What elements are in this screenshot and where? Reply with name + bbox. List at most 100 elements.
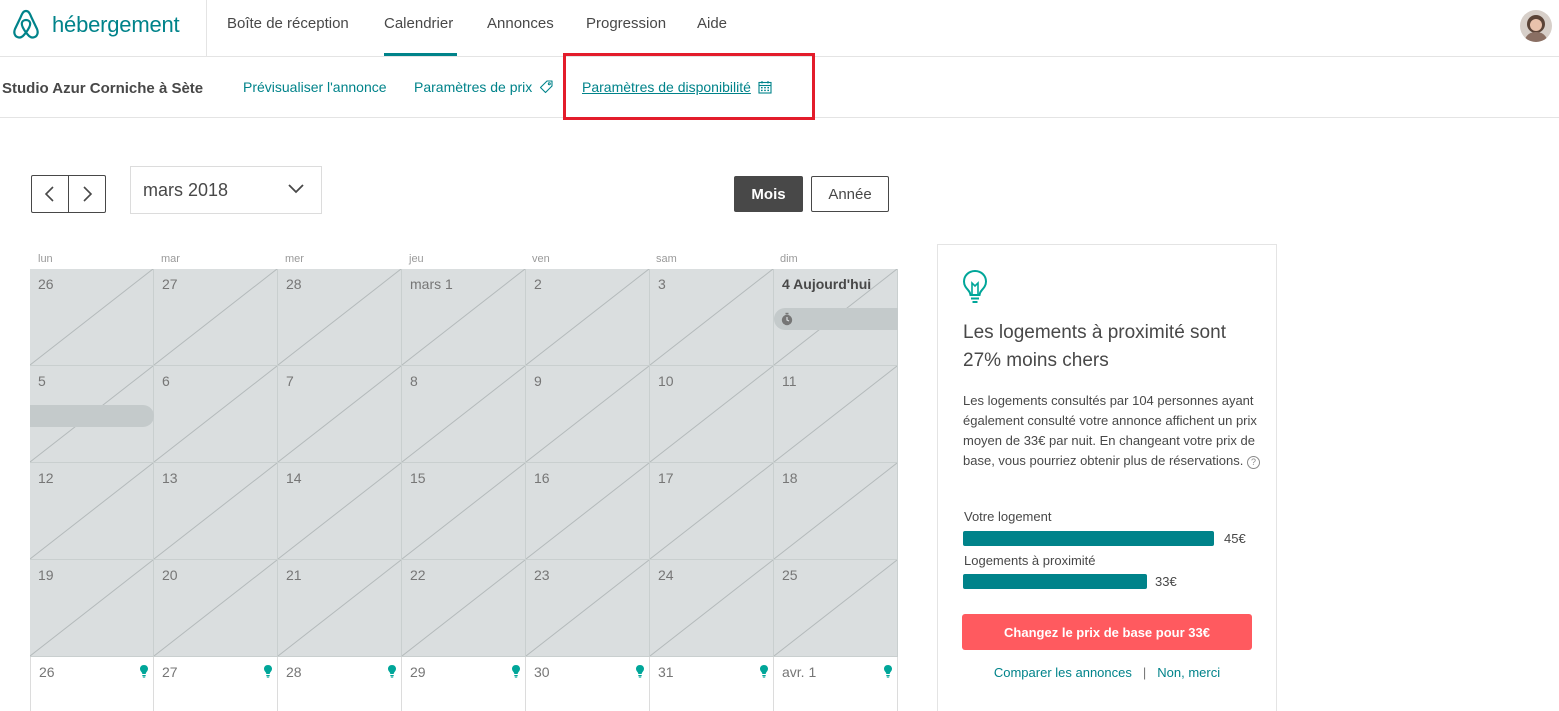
day-number: 16 [534,470,550,486]
calendar-day-cell[interactable]: 18 [774,463,898,560]
price-tip-lightbulb-icon[interactable] [759,664,769,678]
previous-month-button[interactable] [32,176,69,212]
airbnb-logo-icon [13,9,39,39]
day-number: 12 [38,470,54,486]
day-number: 26 [39,664,55,680]
nav-help[interactable]: Aide [697,0,727,56]
nav-inbox[interactable]: Boîte de réception [227,0,349,56]
day-number: 23 [534,567,550,583]
help-icon[interactable]: ? [1247,456,1261,469]
month-navigation [31,175,106,213]
day-number: 25 [782,567,798,583]
weekday-header: lun mar mer jeu ven sam dim [30,253,898,269]
calendar-day-cell[interactable]: 8 [402,366,526,463]
price-settings-label: Paramètres de prix [414,79,533,95]
compare-listings-link[interactable]: Comparer les annonces [994,665,1132,680]
month-view-button[interactable]: Mois [734,176,803,212]
calendar-day-cell[interactable]: 25 [774,560,898,657]
calendar-day-cell[interactable]: 19 [30,560,154,657]
your-listing-price: 45€ [1224,531,1246,546]
calendar-day-cell[interactable]: 28 [278,269,402,366]
day-number: 10 [658,373,674,389]
weekday-label: sam [656,253,677,265]
calendar-day-cell[interactable]: mars 1 [402,269,526,366]
panel-description: Les logements consultés par 104 personne… [963,391,1263,471]
calendar-day-cell[interactable]: 26 [30,657,154,711]
calendar-day-cell[interactable]: 17 [650,463,774,560]
day-number: 30 [534,664,550,680]
calendar-day-cell[interactable]: 27 [154,269,278,366]
brand-logo[interactable]: hébergement [12,8,180,42]
calendar-day-cell[interactable]: 2 [526,269,650,366]
preview-listing-link[interactable]: Prévisualiser l'annonce [243,79,387,95]
day-number: 18 [782,470,798,486]
calendar-day-cell[interactable]: 30 [526,657,650,711]
price-tip-lightbulb-icon[interactable] [139,664,149,678]
year-view-button[interactable]: Année [811,176,889,212]
weekday-label: ven [532,253,550,265]
calendar-day-cell[interactable]: 14 [278,463,402,560]
day-number: mars 1 [410,276,453,292]
price-settings-link[interactable]: Paramètres de prix [414,79,553,95]
day-number: 19 [38,567,54,583]
next-month-button[interactable] [69,176,106,212]
calendar-day-cell[interactable]: 28 [278,657,402,711]
month-select[interactable]: mars 2018 [130,166,322,214]
calendar-day-cell[interactable]: avr. 1 [774,657,898,711]
calendar-day-cell[interactable]: 11 [774,366,898,463]
calendar-day-cell[interactable]: 31 [650,657,774,711]
calendar-day-cell[interactable]: 10 [650,366,774,463]
calendar-day-cell[interactable]: 6 [154,366,278,463]
nav-listings[interactable]: Annonces [487,0,554,56]
day-number: 7 [286,373,294,389]
calendar-day-cell[interactable]: 24 [650,560,774,657]
weekday-label: jeu [409,253,424,265]
calendar-day-cell[interactable]: 15 [402,463,526,560]
nearby-listings-price: 33€ [1155,574,1177,589]
nav-progress[interactable]: Progression [586,0,666,56]
day-number: 21 [286,567,302,583]
day-number: 17 [658,470,674,486]
day-number: 8 [410,373,418,389]
avatar-icon [1520,10,1552,42]
price-tip-lightbulb-icon[interactable] [263,664,273,678]
pending-stopwatch-icon [781,312,793,326]
day-number: 13 [162,470,178,486]
change-base-price-button[interactable]: Changez le prix de base pour 33€ [962,614,1252,650]
nav-calendar[interactable]: Calendrier [384,0,457,56]
calendar-day-cell[interactable]: 20 [154,560,278,657]
price-tip-lightbulb-icon[interactable] [635,664,645,678]
reservation-bar[interactable] [30,405,154,427]
day-number: 9 [534,373,542,389]
calendar-day-cell[interactable]: 26 [30,269,154,366]
weekday-label: mar [161,253,180,265]
calendar-day-cell[interactable]: 13 [154,463,278,560]
day-number: 28 [286,276,302,292]
calendar-day-cell[interactable]: 3 [650,269,774,366]
blocked-day-hatch [650,269,773,365]
calendar-day-cell[interactable]: 16 [526,463,650,560]
day-number: 27 [162,276,178,292]
calendar-day-cell[interactable]: 27 [154,657,278,711]
dismiss-link[interactable]: Non, merci [1157,665,1220,680]
calendar-day-cell[interactable]: 23 [526,560,650,657]
calendar-day-cell[interactable]: 29 [402,657,526,711]
blocked-day-hatch [526,366,649,462]
calendar-day-cell[interactable]: 9 [526,366,650,463]
preview-listing-label: Prévisualiser l'annonce [243,79,387,95]
your-listing-label: Votre logement [964,509,1052,524]
price-tip-lightbulb-icon[interactable] [511,664,521,678]
calendar-day-cell[interactable]: 21 [278,560,402,657]
blocked-day-hatch [154,366,277,462]
user-avatar[interactable] [1520,10,1552,42]
calendar-day-cell[interactable]: 22 [402,560,526,657]
blocked-day-hatch [526,269,649,365]
calendar-day-cell[interactable]: 12 [30,463,154,560]
day-number: 6 [162,373,170,389]
price-tip-lightbulb-icon[interactable] [387,664,397,678]
day-number: 28 [286,664,302,680]
price-tip-lightbulb-icon[interactable] [883,664,893,678]
reservation-bar[interactable] [774,308,898,330]
calendar-day-cell[interactable]: 7 [278,366,402,463]
panel-links: Comparer les annonces | Non, merci [938,665,1276,680]
